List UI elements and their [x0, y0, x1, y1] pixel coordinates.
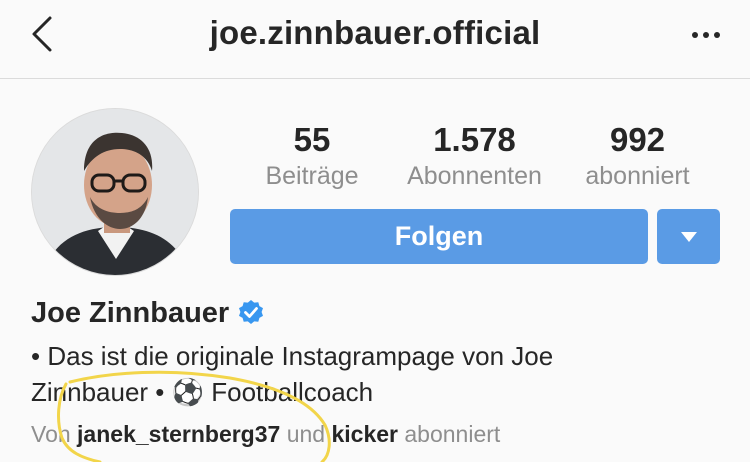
following-count: 992 [609, 121, 666, 158]
bio-line-1: • Das ist die originale Instagrampage vo… [31, 341, 554, 371]
bio-line-2-end: Footballcoach [211, 377, 374, 407]
suggested-accounts-dropdown-button[interactable] [657, 209, 720, 264]
followed-by-suffix: abonniert [404, 421, 501, 447]
following-label: abonniert [585, 162, 690, 190]
posts-label: Beiträge [265, 162, 359, 190]
posts-count: 55 [293, 121, 331, 158]
more-dot [714, 32, 720, 38]
soccer-ball-emoji: ⚽️ [171, 377, 205, 407]
top-navigation-bar: joe.zinnbauer.official [0, 0, 750, 79]
profile-photo [32, 109, 198, 275]
followers-label: Abonnenten [407, 162, 542, 190]
posts-stat[interactable]: 55 Beiträge [252, 120, 372, 192]
followed-by-line[interactable]: Von janek_sternberg37 und kicker abonnie… [31, 419, 500, 449]
more-dot [703, 32, 709, 38]
profile-full-name: Joe Zinnbauer [31, 297, 230, 329]
profile-bio: • Das ist die originale Instagrampage vo… [31, 338, 671, 410]
more-options-button[interactable] [686, 22, 726, 48]
follow-button[interactable]: Folgen [230, 209, 648, 264]
followed-by-user-link[interactable]: janek_sternberg37 [77, 421, 280, 447]
followed-by-and: und [286, 421, 326, 447]
profile-screen: joe.zinnbauer.official 55 Beiträge 1.578… [0, 0, 750, 462]
following-stat[interactable]: 992 abonniert [570, 120, 705, 192]
verified-badge-icon [239, 300, 264, 324]
caret-down-icon [680, 231, 697, 242]
followers-count: 1.578 [433, 121, 516, 158]
followed-by-prefix: Von [31, 421, 71, 447]
followed-by-user-link[interactable]: kicker [331, 421, 398, 447]
avatar[interactable] [31, 108, 199, 276]
bio-line-2: Zinnbauer • ⚽️ Footballcoach [31, 374, 671, 410]
profile-name-row: Joe Zinnbauer [31, 293, 265, 333]
followers-stat[interactable]: 1.578 Abonnenten [397, 120, 552, 192]
bio-line-2-start: Zinnbauer • [31, 377, 165, 407]
profile-username-title: joe.zinnbauer.official [209, 14, 541, 51]
more-horizontal-icon [692, 32, 698, 38]
